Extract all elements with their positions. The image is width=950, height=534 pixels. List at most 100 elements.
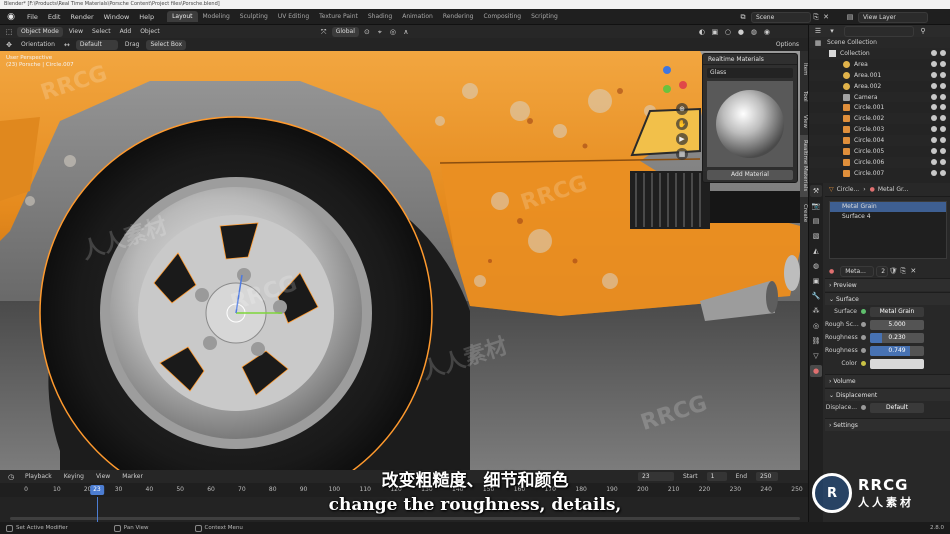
overlays-icon[interactable]: ◐ — [697, 27, 707, 37]
material-browse-icon[interactable]: ● — [829, 268, 834, 275]
timeline-track-area[interactable] — [0, 497, 808, 522]
data-tab-icon[interactable]: ▽ — [810, 350, 822, 362]
shading-solid-icon[interactable]: ● — [736, 27, 746, 37]
timeline-menu-view[interactable]: View — [93, 473, 113, 480]
add-material-button[interactable]: Add Material — [707, 170, 793, 180]
transform-orientation-dropdown[interactable]: Global — [331, 26, 359, 37]
shading-material-icon[interactable]: ◍ — [749, 27, 759, 37]
view-layer-field[interactable]: View Layer — [858, 11, 928, 23]
workspace-tab-rendering[interactable]: Rendering — [438, 11, 479, 22]
drag-dropdown[interactable]: Select Box — [146, 39, 187, 50]
outliner-item[interactable]: Area.002 — [809, 81, 950, 92]
outliner-item[interactable]: Circle.001 — [809, 102, 950, 113]
current-frame-field[interactable]: 23 — [637, 472, 674, 481]
material-slot-list[interactable]: Metal Grain Surface 4 — [829, 201, 947, 259]
menu-help[interactable]: Help — [134, 13, 159, 21]
sidebar-tab-create[interactable]: Create — [800, 199, 808, 227]
visibility-toggles[interactable] — [931, 137, 946, 144]
camera-render-icon[interactable] — [940, 60, 946, 67]
outliner-item[interactable]: Circle.002 — [809, 113, 950, 125]
blender-logo-icon[interactable]: ◉ — [4, 12, 18, 22]
material-tab-icon[interactable]: ● — [810, 365, 822, 377]
eye-icon[interactable] — [931, 82, 937, 89]
sidebar-tab-item[interactable]: Item — [800, 55, 808, 83]
scene-delete-icon[interactable]: ✕ — [821, 12, 831, 22]
camera-render-icon[interactable] — [940, 71, 946, 78]
sidebar-tab-view[interactable]: View — [800, 109, 808, 135]
panel-preview[interactable]: › Preview — [825, 278, 950, 291]
pan-hand-icon[interactable]: ✋ — [676, 118, 688, 130]
perspective-toggle-icon[interactable]: ▦ — [676, 148, 688, 160]
workspace-tab-modeling[interactable]: Modeling — [198, 11, 235, 22]
timeline-ruler[interactable]: 0 10 20 30 40 50 60 70 80 90 100 110 120 130 140 150 160… — [0, 483, 808, 497]
visibility-toggles[interactable] — [931, 115, 946, 122]
view-layer-tab-icon[interactable]: ▧ — [810, 230, 822, 242]
outliner-editor-icon[interactable]: ☰ — [813, 26, 823, 36]
workspace-tab-animation[interactable]: Animation — [397, 11, 438, 22]
camera-render-icon[interactable] — [940, 93, 946, 100]
surface-shader-field[interactable]: Metal Grain — [870, 306, 924, 317]
visibility-toggles[interactable] — [931, 148, 946, 155]
visibility-toggles[interactable] — [931, 158, 946, 165]
workspace-tab-uv-editing[interactable]: UV Editing — [273, 11, 314, 22]
outliner-item[interactable]: Circle.006 — [809, 156, 950, 168]
modifier-tab-icon[interactable]: 🔧 — [810, 290, 822, 302]
workspace-tab-scripting[interactable]: Scripting — [526, 11, 563, 22]
fake-user-icon[interactable]: 🛡 — [888, 266, 898, 276]
object-tab-icon[interactable]: ▣ — [810, 275, 822, 287]
panel-surface[interactable]: ⌄ Surface — [825, 292, 950, 305]
material-slot[interactable]: Surface 4 — [830, 212, 946, 222]
tool-tab-icon[interactable]: ⚒ — [810, 185, 822, 197]
material-preview[interactable] — [707, 81, 793, 167]
eye-icon[interactable] — [931, 169, 937, 176]
orientation-dropdown[interactable]: Default — [75, 39, 118, 50]
visibility-toggles[interactable] — [931, 93, 946, 100]
viewport-menu-add[interactable]: Add — [117, 28, 135, 35]
visibility-toggles[interactable] — [931, 82, 946, 89]
camera-render-icon[interactable] — [940, 137, 946, 144]
world-tab-icon[interactable]: ◍ — [810, 260, 822, 272]
timeline-menu-marker[interactable]: Marker — [119, 473, 146, 480]
timeline-editor-icon[interactable]: ◷ — [6, 472, 16, 482]
eye-icon[interactable] — [931, 60, 937, 67]
unlink-material-icon[interactable]: ✕ — [908, 266, 918, 276]
viewport-menu-object[interactable]: Object — [137, 28, 163, 35]
options-dropdown[interactable]: Options — [773, 41, 802, 48]
menu-window[interactable]: Window — [99, 13, 135, 21]
camera-render-icon[interactable] — [940, 104, 946, 111]
zoom-icon[interactable]: ⊕ — [676, 103, 688, 115]
camera-render-icon[interactable] — [940, 82, 946, 89]
viewport-menu-select[interactable]: Select — [89, 28, 114, 35]
select-tool-icon[interactable]: ✥ — [4, 40, 14, 50]
color-swatch[interactable] — [870, 358, 924, 369]
viewport-menu-view[interactable]: View — [66, 28, 86, 35]
sidebar-tab-realtime-materials[interactable]: Realtime Materials — [800, 135, 808, 197]
end-frame-field[interactable]: 250 — [756, 472, 779, 481]
menu-render[interactable]: Render — [65, 13, 98, 21]
timeline-menu-playback[interactable]: Playback — [22, 473, 55, 480]
panel-volume[interactable]: › Volume — [825, 374, 950, 387]
xray-icon[interactable]: ▣ — [710, 27, 720, 37]
scene-field[interactable]: Scene — [751, 11, 811, 23]
snap-icon[interactable]: ⌖ — [375, 27, 385, 37]
workspace-tab-compositing[interactable]: Compositing — [478, 11, 526, 22]
eye-icon[interactable] — [931, 148, 937, 155]
roughness-slider[interactable]: 0.230 — [870, 332, 924, 343]
outliner-item[interactable]: Camera — [809, 91, 950, 103]
workspace-tab-sculpting[interactable]: Sculpting — [235, 11, 273, 22]
panel-displacement[interactable]: ⌄ Displacement — [825, 388, 950, 401]
workspace-tab-shading[interactable]: Shading — [363, 11, 397, 22]
material-slot[interactable]: Metal Grain — [830, 202, 946, 212]
scene-selector[interactable]: ⧉ Scene ⎘ ✕ — [738, 9, 831, 25]
visibility-toggles[interactable] — [931, 104, 946, 111]
panel-settings[interactable]: › Settings — [825, 418, 950, 431]
outliner-item[interactable]: Circle.007 — [809, 168, 950, 179]
camera-render-icon[interactable] — [940, 126, 946, 133]
camera-view-icon[interactable]: ▶ — [676, 133, 688, 145]
visibility-toggles[interactable] — [931, 71, 946, 78]
collection-row[interactable]: Collection — [809, 48, 950, 59]
render-tab-icon[interactable]: 📷 — [810, 200, 822, 212]
menu-edit[interactable]: Edit — [43, 13, 66, 21]
camera-render-icon[interactable] — [940, 115, 946, 122]
editor-type-icon[interactable]: ⬚ — [4, 27, 14, 37]
